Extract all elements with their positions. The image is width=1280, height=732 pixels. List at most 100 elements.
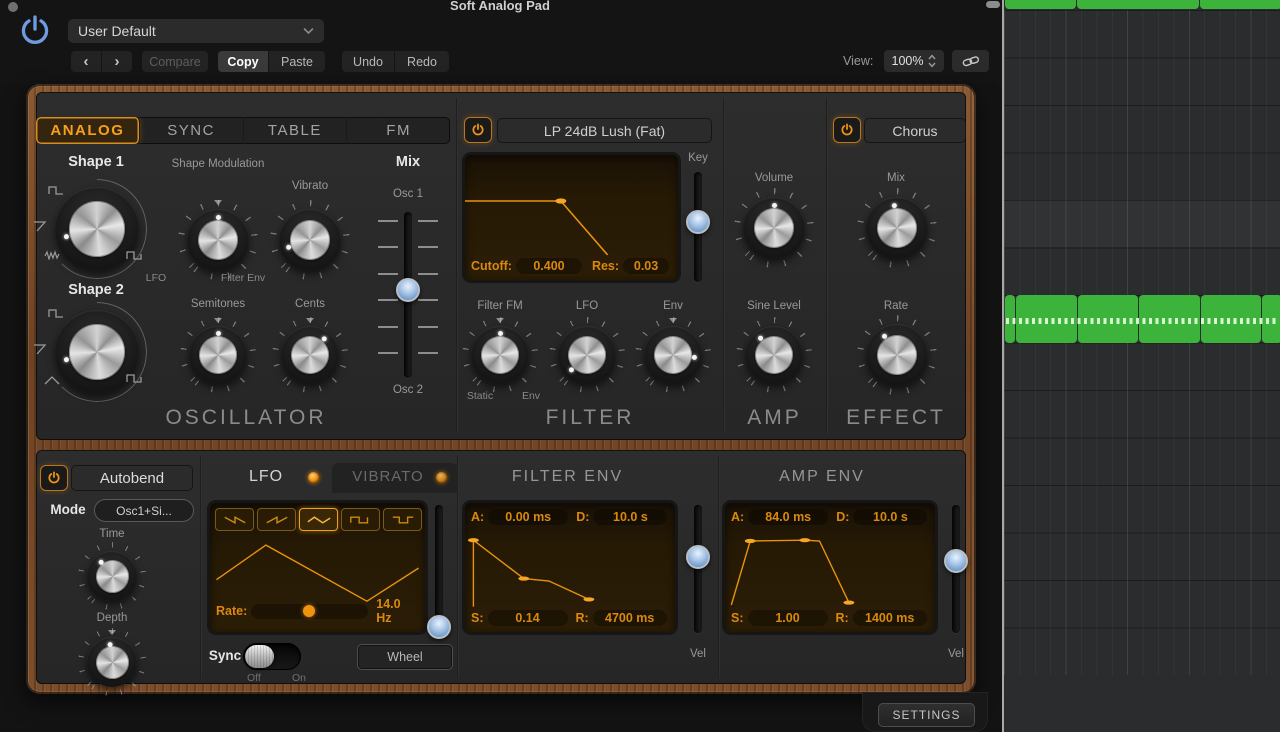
sustain-value[interactable]: 1.00 xyxy=(747,610,828,626)
osc-mix-slider[interactable] xyxy=(378,212,438,378)
wave-triangle-button[interactable] xyxy=(299,508,338,531)
filter-env-curve xyxy=(467,538,595,609)
tab-vibrato[interactable]: VIBRATO xyxy=(332,463,458,493)
cutoff-value[interactable]: 0.400 xyxy=(515,258,582,274)
tab-analog[interactable]: ANALOG xyxy=(36,117,140,144)
lfo-depth-slider-handle[interactable] xyxy=(427,615,451,639)
filter-env-vel-slider-handle[interactable] xyxy=(686,545,710,569)
sine-level-knob[interactable] xyxy=(736,317,812,393)
pulse-wave-icon xyxy=(126,374,142,383)
sustain-value[interactable]: 0.14 xyxy=(487,610,568,626)
wave-square-button[interactable] xyxy=(341,508,380,531)
release-value[interactable]: 4700 ms xyxy=(592,610,667,626)
release-value[interactable]: 1400 ms xyxy=(852,610,927,626)
shape2-label: Shape 2 xyxy=(68,282,124,298)
autobend-mode-label: Mode xyxy=(50,502,86,517)
effect-rate-knob[interactable] xyxy=(857,315,937,395)
filter-lfo-knob[interactable] xyxy=(549,317,625,393)
decay-value[interactable]: 10.0 s xyxy=(593,509,668,525)
amp-env-vel-slider[interactable] xyxy=(944,505,968,633)
sync-toggle-knob[interactable] xyxy=(245,645,274,668)
preset-prev-button[interactable]: ‹ xyxy=(71,51,102,72)
filter-key-slider[interactable] xyxy=(686,172,710,282)
filter-fm-knob[interactable] xyxy=(462,317,538,393)
release-label: R: xyxy=(835,611,849,625)
view-zoom-stepper[interactable]: 100% xyxy=(884,50,944,72)
shape-modulation-knob[interactable] xyxy=(178,200,258,280)
filter-type-dropdown[interactable]: LP 24dB Lush (Fat) xyxy=(497,118,712,143)
autobend-depth-knob[interactable] xyxy=(78,628,146,696)
autobend-time-knob[interactable] xyxy=(78,542,146,610)
amp-env-vel-slider-handle[interactable] xyxy=(944,549,968,573)
copy-button[interactable]: Copy xyxy=(218,51,268,72)
tab-sync[interactable]: SYNC xyxy=(140,117,244,144)
semitones-knob[interactable] xyxy=(180,317,256,393)
wave-saw-up-button[interactable] xyxy=(257,508,296,531)
lfo-display[interactable]: Rate: 14.0 Hz xyxy=(207,500,428,635)
wave-pulse-button[interactable] xyxy=(383,508,422,531)
window-control-dot[interactable] xyxy=(8,2,18,12)
filter-section: LP 24dB Lush (Fat) Cutoff: 0.400 Res: 0.… xyxy=(457,92,723,440)
filter-env-vel-slider[interactable] xyxy=(686,505,710,633)
vibrato-knob[interactable] xyxy=(270,200,350,280)
autobend-power-button[interactable] xyxy=(40,465,68,491)
amp-env-display[interactable]: A: 84.0 ms D: 10.0 s S: 1.00 R: 1400 ms xyxy=(722,500,938,635)
filter-env-amount-knob[interactable] xyxy=(635,317,711,393)
sync-off-label: Off xyxy=(247,672,261,684)
link-button[interactable] xyxy=(952,50,989,72)
cents-knob[interactable] xyxy=(272,317,348,393)
midi-region-row-top[interactable] xyxy=(1005,0,1280,9)
tab-fm[interactable]: FM xyxy=(347,117,450,144)
lfo-depth-slider[interactable] xyxy=(427,505,451,639)
effect-type-dropdown[interactable]: Chorus xyxy=(864,118,966,143)
undo-button[interactable]: Undo xyxy=(342,51,394,72)
filter-env-display[interactable]: A: 0.00 ms D: 10.0 s S: 0.14 R: 4700 ms xyxy=(462,500,678,635)
filter-power-button[interactable] xyxy=(464,117,492,143)
tab-table[interactable]: TABLE xyxy=(244,117,348,144)
volume-knob[interactable] xyxy=(734,188,814,268)
effect-section-title: EFFECT xyxy=(846,406,946,429)
semitones-label: Semitones xyxy=(190,298,246,310)
scrollbar-pill[interactable] xyxy=(986,1,1000,8)
attack-value[interactable]: 84.0 ms xyxy=(748,509,829,525)
autobend-mode-dropdown[interactable]: Osc1+Si... xyxy=(94,499,194,522)
sync-on-label: On xyxy=(292,672,307,684)
filter-fm-min-label: Static xyxy=(466,390,494,402)
sync-toggle[interactable] xyxy=(243,643,301,670)
res-value[interactable]: 0.03 xyxy=(623,258,670,274)
settings-button[interactable]: SETTINGS xyxy=(878,703,975,727)
effect-rate-label: Rate xyxy=(883,300,909,312)
wave-saw-down-button[interactable] xyxy=(215,508,254,531)
effect-mix-knob[interactable] xyxy=(857,188,937,268)
settings-tab: SETTINGS xyxy=(862,692,988,732)
redo-button[interactable]: Redo xyxy=(395,51,449,72)
compare-button[interactable]: Compare xyxy=(142,51,208,72)
preset-dropdown[interactable]: User Default xyxy=(68,19,324,43)
lfo-rate-value[interactable]: 14.0 Hz xyxy=(376,597,419,625)
filter-key-slider-handle[interactable] xyxy=(686,210,710,234)
lfo-rate-slider[interactable] xyxy=(251,603,369,619)
filter-lfo-label: LFO xyxy=(575,300,599,312)
filter-display[interactable]: Cutoff: 0.400 Res: 0.03 xyxy=(462,152,681,283)
lfo-rate-slider-handle[interactable] xyxy=(302,605,315,617)
vibrato-led xyxy=(436,472,447,483)
wheel-button[interactable]: Wheel xyxy=(357,644,453,670)
effect-power-button[interactable] xyxy=(833,117,861,143)
window-divider[interactable] xyxy=(1002,0,1004,732)
plugin-power-button[interactable] xyxy=(16,12,54,50)
paste-button[interactable]: Paste xyxy=(269,51,325,72)
decay-value[interactable]: 10.0 s xyxy=(853,509,928,525)
filter-env-section: FILTER ENV A: 0.00 ms D: 10.0 s S: 0.14 … xyxy=(457,450,718,684)
effect-section: Chorus Mix Rate EFFECT xyxy=(826,92,966,440)
power-icon xyxy=(48,471,60,484)
osc1-label: Osc 1 xyxy=(392,188,424,200)
preset-next-button[interactable]: › xyxy=(102,51,132,72)
selected-track-lane xyxy=(1004,200,1280,247)
preset-nav-group: ‹ › xyxy=(71,51,132,72)
attack-value[interactable]: 0.00 ms xyxy=(488,509,569,525)
osc-mix-slider-handle[interactable] xyxy=(396,278,420,302)
autobend-button[interactable]: Autobend xyxy=(71,465,193,491)
decay-label: D: xyxy=(576,510,590,524)
tab-lfo[interactable]: LFO xyxy=(236,468,296,486)
attack-label: A: xyxy=(471,510,485,524)
